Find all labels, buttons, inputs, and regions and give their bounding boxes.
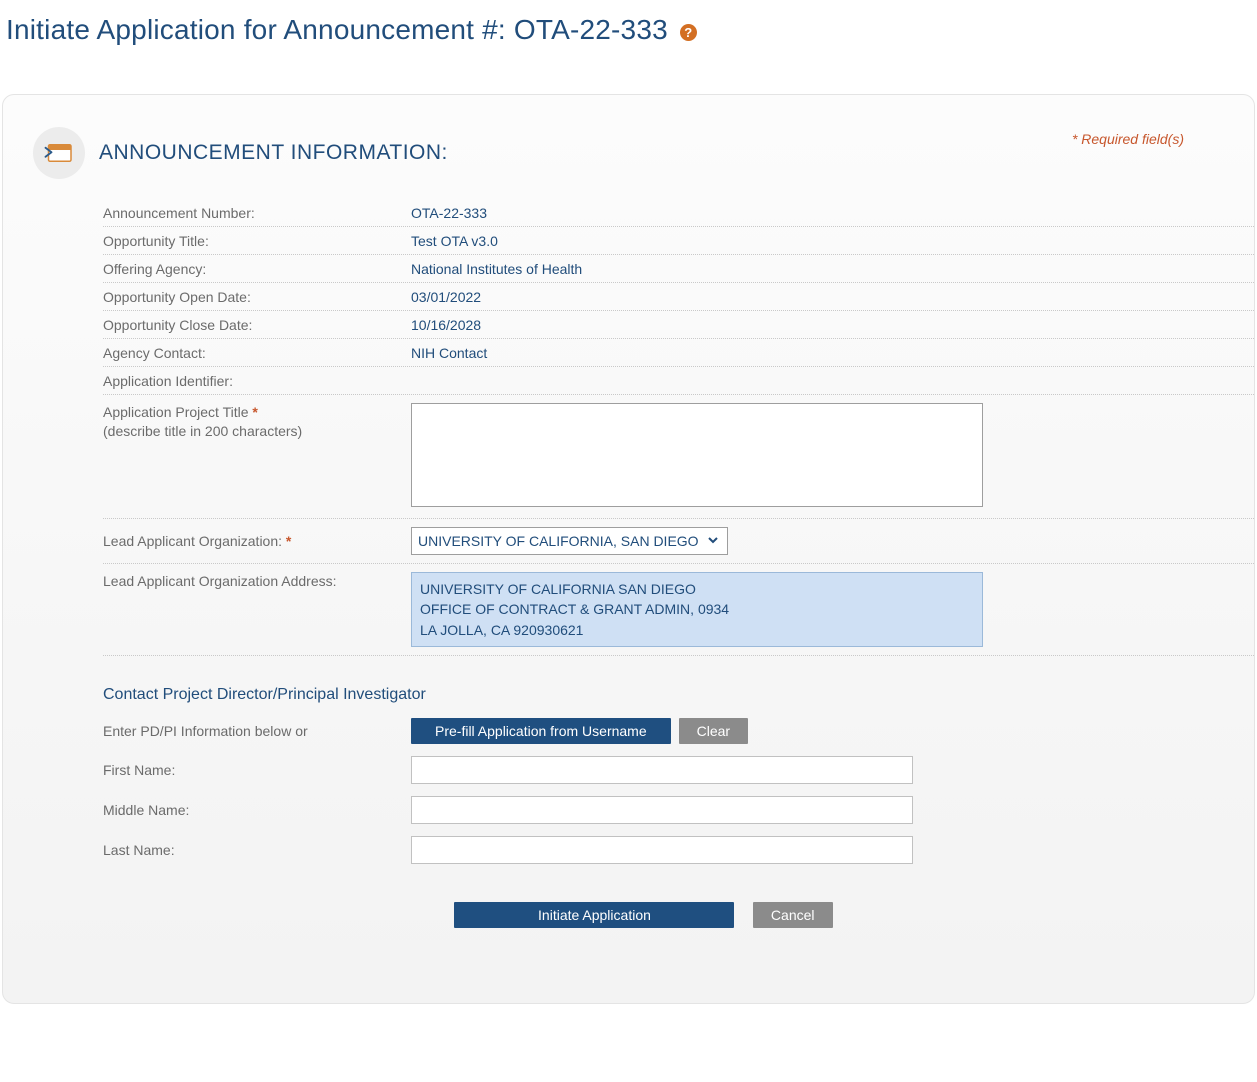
label-lead-org: Lead Applicant Organization: * [103,532,411,551]
value-open-date: 03/01/2022 [411,289,1254,305]
cancel-button[interactable]: Cancel [753,902,833,928]
contact-section-title: Contact Project Director/Principal Inves… [103,686,1184,704]
lead-org-select[interactable]: UNIVERSITY OF CALIFORNIA, SAN DIEGO [411,527,728,555]
row-first-name: First Name: [33,750,1184,790]
required-mark: * [286,533,291,549]
row-announcement-number: Announcement Number: OTA-22-333 [103,199,1254,227]
label-lead-org-address: Lead Applicant Organization Address: [103,572,411,591]
label-project-title-text: Application Project Title [103,404,252,420]
label-application-identifier: Application Identifier: [103,373,411,389]
row-project-title: Application Project Title * (describe ti… [103,395,1254,519]
value-offering-agency: National Institutes of Health [411,261,1254,277]
page-title-prefix: Initiate Application for Announcement #: [6,14,514,45]
row-last-name: Last Name: [33,830,1184,870]
section-title: ANNOUNCEMENT INFORMATION: [99,141,448,165]
label-announcement-number: Announcement Number: [103,205,411,221]
initiate-application-button[interactable]: Initiate Application [454,902,734,928]
action-row: Initiate Application Cancel [103,870,1184,928]
value-application-identifier [411,373,1254,389]
help-icon[interactable]: ? [680,24,697,41]
lead-org-address-value: UNIVERSITY OF CALIFORNIA SAN DIEGO OFFIC… [411,572,983,647]
section-header: ANNOUNCEMENT INFORMATION: * Required fie… [33,125,1184,199]
label-pdpi-intro: Enter PD/PI Information below or [103,723,411,739]
label-last-name: Last Name: [103,842,411,858]
row-pdpi-intro: Enter PD/PI Information below or Pre-fil… [33,712,1184,750]
row-opportunity-title: Opportunity Title: Test OTA v3.0 [103,227,1254,255]
label-close-date: Opportunity Close Date: [103,317,411,333]
label-offering-agency: Offering Agency: [103,261,411,277]
lead-org-selected-value: UNIVERSITY OF CALIFORNIA, SAN DIEGO [418,533,699,549]
label-project-title-hint: (describe title in 200 characters) [103,423,302,439]
row-application-identifier: Application Identifier: [103,367,1254,395]
label-agency-contact: Agency Contact: [103,345,411,361]
label-open-date: Opportunity Open Date: [103,289,411,305]
main-panel: ANNOUNCEMENT INFORMATION: * Required fie… [2,94,1255,1004]
value-agency-contact: NIH Contact [411,345,1254,361]
clear-button[interactable]: Clear [679,718,748,744]
last-name-input[interactable] [411,836,913,864]
field-lead-org-address-wrap: UNIVERSITY OF CALIFORNIA SAN DIEGO OFFIC… [411,572,983,647]
field-lead-org-wrap: UNIVERSITY OF CALIFORNIA, SAN DIEGO [411,527,728,555]
announcement-info-table: Announcement Number: OTA-22-333 Opportun… [103,199,1254,656]
announcement-icon [33,127,85,179]
row-open-date: Opportunity Open Date: 03/01/2022 [103,283,1254,311]
label-middle-name: Middle Name: [103,802,411,818]
prefill-button[interactable]: Pre-fill Application from Username [411,718,671,744]
row-agency-contact: Agency Contact: NIH Contact [103,339,1254,367]
label-opportunity-title: Opportunity Title: [103,233,411,249]
project-title-input[interactable] [411,403,983,507]
value-opportunity-title: Test OTA v3.0 [411,233,1254,249]
first-name-input[interactable] [411,756,913,784]
page-title-announcement-number: OTA-22-333 [514,14,668,45]
value-announcement-number: OTA-22-333 [411,205,1254,221]
row-close-date: Opportunity Close Date: 10/16/2028 [103,311,1254,339]
middle-name-input[interactable] [411,796,913,824]
pdpi-button-row: Pre-fill Application from Username Clear [411,718,748,744]
required-mark: * [252,404,257,420]
label-project-title: Application Project Title * (describe ti… [103,403,411,441]
value-close-date: 10/16/2028 [411,317,1254,333]
chevron-down-icon [707,533,719,549]
label-lead-org-text: Lead Applicant Organization: [103,533,286,549]
row-middle-name: Middle Name: [33,790,1184,830]
row-offering-agency: Offering Agency: National Institutes of … [103,255,1254,283]
label-first-name: First Name: [103,762,411,778]
field-project-title-wrap [411,403,983,510]
row-lead-org: Lead Applicant Organization: * UNIVERSIT… [103,519,1254,564]
required-fields-note: * Required field(s) [1072,131,1184,147]
row-lead-org-address: Lead Applicant Organization Address: UNI… [103,564,1254,656]
page-title: Initiate Application for Announcement #:… [0,0,1257,54]
